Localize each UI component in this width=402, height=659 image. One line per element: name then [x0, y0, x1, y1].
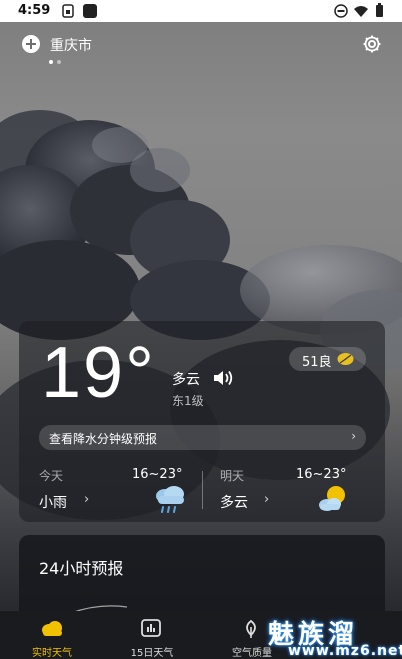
notification-icon — [83, 4, 97, 18]
status-bar: 4:59 — [0, 0, 402, 22]
add-city-button[interactable] — [22, 35, 40, 53]
page-dot-active — [49, 60, 53, 64]
current-weather-card: 19° 多云 东1级 51良 查看降水分钟级预报 › 今天 小雨 › 16~23… — [19, 321, 385, 522]
page-dot — [57, 60, 61, 64]
wind-level: 东1级 — [172, 394, 204, 408]
chart-icon — [141, 619, 161, 637]
precipitation-forecast-link[interactable]: 查看降水分钟级预报 › — [39, 425, 366, 450]
chevron-right-icon: › — [84, 492, 90, 507]
status-time: 4:59 — [18, 3, 51, 18]
today-label: 今天 — [39, 469, 64, 483]
chevron-right-icon: › — [351, 429, 356, 443]
speaker-icon[interactable] — [212, 369, 234, 387]
rain-cloud-icon — [156, 486, 184, 513]
nav-realtime-weather[interactable]: 实时天气 — [12, 611, 92, 659]
cloud-icon — [42, 621, 62, 636]
nav-label: 实时天气 — [32, 648, 72, 659]
dnd-icon — [334, 4, 348, 18]
current-condition: 多云 — [172, 372, 200, 388]
nav-15-day-weather[interactable]: 15日天气 — [112, 611, 192, 659]
forecast-divider — [202, 471, 203, 509]
site-watermark: 魅族溜 www.mz6.net — [258, 612, 402, 659]
sim-icon — [62, 4, 74, 18]
watermark-url: www.mz6.net — [288, 643, 402, 659]
current-temperature: 19° — [41, 333, 156, 413]
battery-icon — [376, 3, 383, 17]
settings-gear-icon[interactable] — [362, 34, 382, 54]
tomorrow-label: 明天 — [220, 469, 245, 483]
hourly-forecast-title: 24小时预报 — [39, 559, 124, 578]
city-name[interactable]: 重庆市 — [50, 35, 92, 55]
weather-screen: 4:59 重庆市 19° 多云 东1级 51良 查看降水分钟级预报 › 今天 小… — [0, 0, 402, 659]
chevron-right-icon: › — [264, 492, 270, 507]
sun-cloud-icon — [319, 486, 345, 511]
today-condition: 小雨 — [39, 495, 67, 511]
aqi-badge[interactable]: 51良 — [289, 347, 366, 371]
tomorrow-condition: 多云 — [220, 495, 248, 511]
precipitation-link-label: 查看降水分钟级预报 — [49, 432, 158, 446]
today-temp-range: 16~23° — [132, 467, 183, 482]
wifi-icon — [354, 6, 368, 17]
aqi-value: 51良 — [302, 355, 332, 370]
leaf-icon — [337, 353, 354, 365]
tomorrow-temp-range: 16~23° — [296, 467, 347, 482]
nav-label: 15日天气 — [130, 648, 174, 659]
